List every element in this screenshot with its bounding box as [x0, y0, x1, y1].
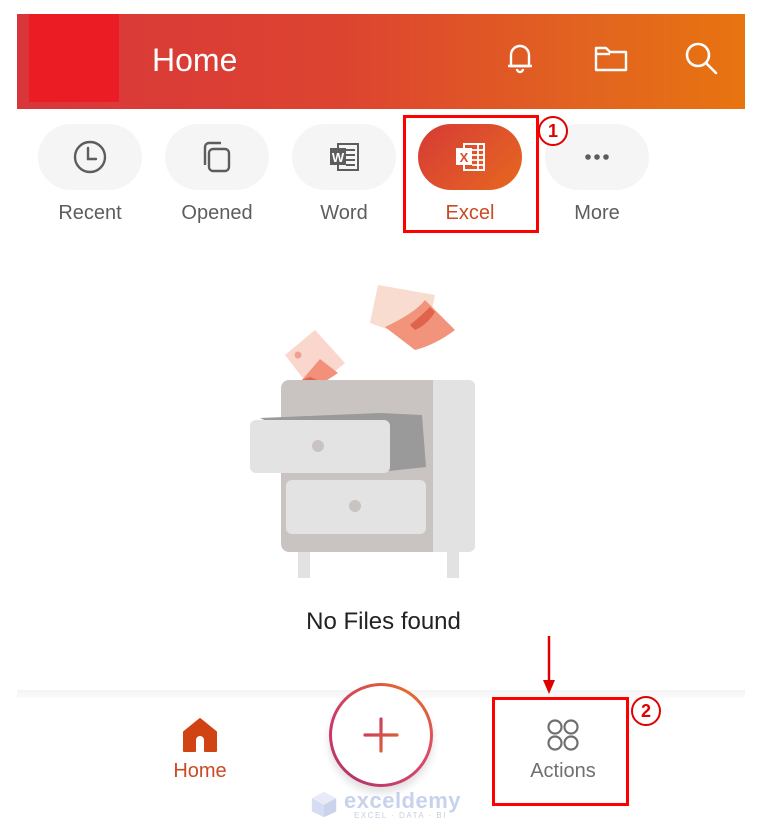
- redacted-logo: [29, 14, 119, 102]
- watermark-tagline: EXCEL · DATA · BI: [354, 811, 447, 820]
- tab-word[interactable]: W Word: [292, 124, 398, 234]
- more-icon: [585, 154, 609, 160]
- create-button[interactable]: [329, 683, 433, 787]
- tab-label: Opened: [181, 202, 253, 224]
- tab-opened[interactable]: Opened: [165, 124, 271, 234]
- nav-home-label: Home: [173, 760, 227, 782]
- clock-icon: [73, 140, 107, 174]
- file-filter-tabs: Recent Opened W Word X Excel More: [17, 124, 745, 234]
- page-title: Home: [152, 42, 238, 78]
- floating-paper-icon: [370, 285, 455, 350]
- tab-label: Word: [320, 202, 368, 224]
- watermark: exceldemy EXCEL · DATA · BI: [310, 788, 461, 820]
- tab-label: More: [574, 202, 620, 224]
- bell-icon[interactable]: [500, 38, 540, 78]
- copy-icon: [203, 141, 231, 173]
- tab-recent-button[interactable]: [38, 124, 142, 190]
- empty-drawer-illustration: [230, 255, 510, 585]
- tab-word-button[interactable]: W: [292, 124, 396, 190]
- annotation-box-actions: [492, 697, 629, 806]
- annotation-arrow: [543, 636, 555, 694]
- annotation-number-2: 2: [631, 696, 661, 726]
- home-icon: [183, 718, 217, 752]
- empty-state-message: No Files found: [306, 608, 461, 635]
- tab-opened-button[interactable]: [165, 124, 269, 190]
- nav-home[interactable]: Home: [160, 715, 240, 795]
- folder-icon[interactable]: [591, 38, 631, 78]
- plus-icon: [363, 717, 399, 753]
- tab-recent[interactable]: Recent: [38, 124, 144, 234]
- annotation-box-excel: [403, 115, 539, 233]
- search-icon[interactable]: [681, 38, 721, 78]
- tab-label: Recent: [58, 202, 122, 224]
- app-header: Home: [17, 14, 745, 109]
- annotation-number-1: 1: [538, 116, 568, 146]
- svg-text:W: W: [332, 150, 345, 165]
- watermark-logo-icon: [311, 791, 337, 818]
- word-icon: W: [330, 143, 359, 171]
- drawer-cabinet: [250, 380, 475, 578]
